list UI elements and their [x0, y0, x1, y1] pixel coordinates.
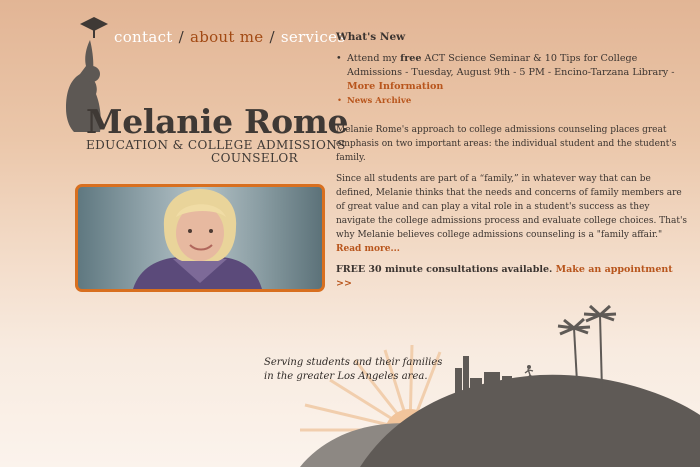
brand-name: Melanie Rome: [86, 102, 349, 141]
main-content: What's New Attend my free ACT Science Se…: [336, 30, 688, 298]
brand-tagline: EDUCATION & COLLEGE ADMISSIONS: [86, 138, 346, 152]
news-archive-link[interactable]: News Archive: [347, 96, 411, 106]
tagline-line-1: Serving students and their families: [264, 357, 443, 368]
tagline-line-2: in the greater Los Angeles area.: [264, 371, 428, 382]
service-area-tagline: Serving students and their families in t…: [264, 356, 442, 384]
family-paragraph-text: Since all students are part of a “family…: [336, 174, 688, 240]
family-paragraph: Since all students are part of a “family…: [336, 172, 688, 256]
nav-separator: /: [269, 28, 275, 46]
portrait-image: [133, 189, 262, 289]
main-nav: contact / about me / services: [114, 28, 345, 46]
brand-tagline-2: COUNSELOR: [211, 151, 299, 165]
intro-paragraph: Melanie Rome's approach to college admis…: [336, 125, 677, 163]
news-item-free: free: [400, 53, 422, 64]
consultation-text: FREE 30 minute consultations available.: [336, 264, 556, 275]
portrait-photo: [75, 184, 325, 292]
more-information-link[interactable]: More Information: [347, 81, 443, 92]
news-list: Attend my free ACT Science Seminar & 10 …: [336, 52, 688, 107]
consultation-line: FREE 30 minute consultations available. …: [336, 263, 688, 291]
whats-new-heading: What's New: [336, 31, 406, 43]
nav-separator: /: [178, 28, 184, 46]
news-item: Attend my free ACT Science Seminar & 10 …: [336, 52, 688, 94]
news-archive-item: News Archive: [336, 95, 688, 107]
nav-about-link[interactable]: about me: [190, 28, 264, 46]
read-more-link[interactable]: Read more...: [336, 244, 400, 254]
news-item-prefix: Attend my: [347, 53, 401, 64]
